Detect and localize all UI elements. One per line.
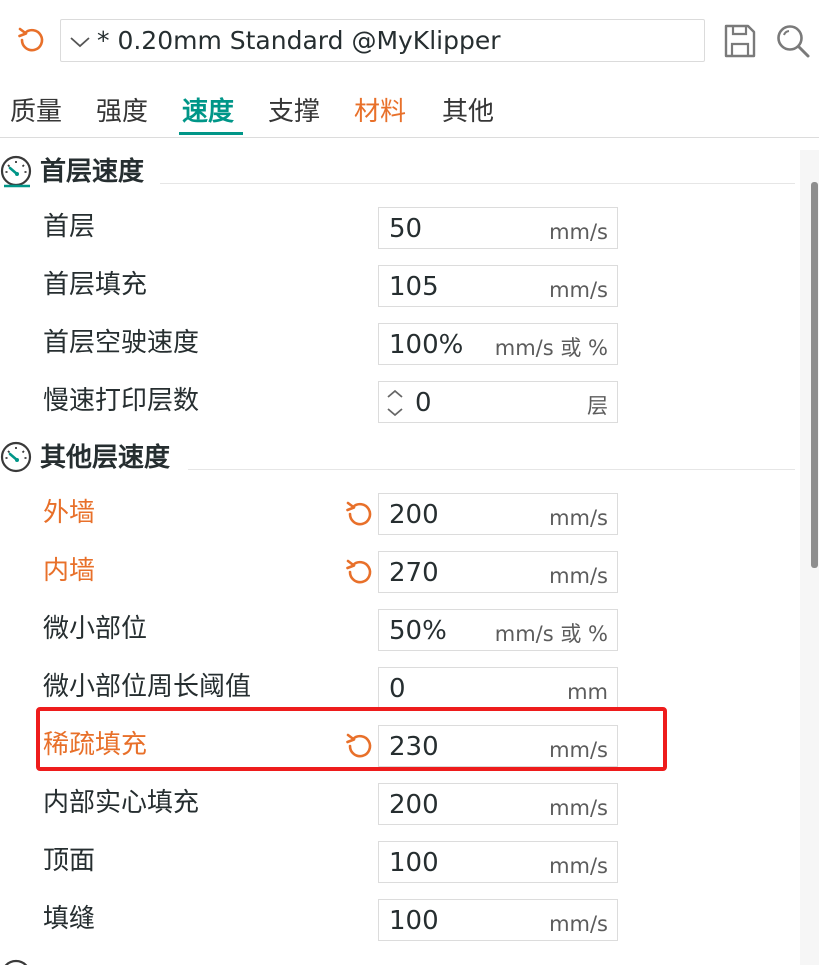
field-value: 230 (389, 732, 439, 762)
setting-sparse-infill: 稀疏填充 230 mm/s (0, 723, 795, 767)
preset-select[interactable]: * 0.20mm Standard @MyKlipper (60, 19, 705, 62)
speedometer-icon (0, 155, 32, 188)
first-layer-infill-speed-input[interactable]: 105 mm/s (378, 265, 618, 307)
field-unit: mm/s (549, 738, 608, 762)
spinner-arrows-icon[interactable] (382, 386, 408, 420)
setting-label: 稀疏填充 (43, 730, 148, 760)
field-value: 200 (389, 790, 439, 820)
setting-internal-solid-infill: 内部实心填充 200 mm/s (0, 781, 795, 825)
active-tab-indicator (179, 132, 243, 135)
section-divider (160, 183, 795, 184)
preset-value: * 0.20mm Standard @MyKlipper (97, 26, 501, 55)
setting-top-surface: 顶面 100 mm/s (0, 839, 795, 883)
undo-arrow-icon[interactable] (344, 498, 376, 530)
gap-fill-speed-input[interactable]: 100 mm/s (378, 899, 618, 941)
tab-quality[interactable]: 质量 (10, 94, 62, 130)
tab-material[interactable]: 材料 (354, 94, 406, 130)
field-unit: mm/s (549, 854, 608, 878)
setting-label: 填缝 (43, 904, 96, 934)
setting-label: 微小部位周长阈值 (43, 672, 252, 702)
setting-label: 内部实心填充 (43, 788, 200, 818)
field-unit: mm/s (549, 278, 608, 302)
setting-label: 内墙 (43, 556, 96, 586)
small-perimeter-speed-input[interactable]: 50% mm/s 或 % (378, 609, 618, 651)
setting-outer-wall: 外墙 200 mm/s (0, 491, 795, 535)
field-unit: 层 (587, 394, 608, 418)
sparse-infill-speed-input[interactable]: 230 mm/s (378, 725, 618, 767)
section-first-layer-speed: 首层速度 (0, 151, 795, 193)
field-unit: mm/s 或 % (494, 622, 608, 646)
setting-label: 外墙 (43, 498, 96, 528)
field-unit: mm/s (549, 506, 608, 530)
vertical-scrollbar[interactable] (800, 150, 819, 965)
tab-other[interactable]: 其他 (442, 94, 494, 130)
setting-small-perimeters: 微小部位 50% mm/s 或 % (0, 607, 795, 651)
section-next-partial (0, 955, 795, 965)
scrollbar-thumb[interactable] (811, 182, 818, 568)
setting-label: 慢速打印层数 (43, 386, 200, 416)
speedometer-icon (4, 959, 28, 965)
undo-arrow-icon[interactable] (16, 24, 48, 56)
field-value: 200 (389, 500, 439, 530)
save-icon[interactable] (722, 22, 758, 60)
search-icon[interactable] (774, 22, 812, 60)
field-unit: mm/s (549, 796, 608, 820)
top-surface-speed-input[interactable]: 100 mm/s (378, 841, 618, 883)
setting-gap-fill: 填缝 100 mm/s (0, 897, 795, 941)
speedometer-icon (0, 441, 32, 473)
field-unit: mm/s (549, 220, 608, 244)
field-value: 105 (389, 272, 439, 302)
field-unit: mm (567, 680, 608, 704)
setting-label: 微小部位 (43, 614, 148, 644)
section-title: 其他层速度 (40, 443, 171, 473)
setting-label: 首层填充 (43, 270, 148, 300)
slow-down-layers-stepper[interactable]: 0 层 (378, 381, 618, 423)
field-value: 50 (389, 214, 423, 244)
field-value: 100 (389, 906, 439, 936)
field-value: 270 (389, 558, 439, 588)
setting-small-perimeter-threshold: 微小部位周长阈值 0 mm (0, 665, 795, 709)
field-unit: mm/s (549, 912, 608, 936)
first-layer-travel-speed-input[interactable]: 100% mm/s 或 % (378, 323, 618, 365)
field-unit: mm/s (549, 564, 608, 588)
first-layer-speed-input[interactable]: 50 mm/s (378, 207, 618, 249)
small-perimeter-threshold-input[interactable]: 0 mm (378, 667, 618, 709)
outer-wall-speed-input[interactable]: 200 mm/s (378, 493, 618, 535)
setting-label: 顶面 (43, 846, 96, 876)
chevron-down-icon (70, 37, 90, 48)
inner-wall-speed-input[interactable]: 270 mm/s (378, 551, 618, 593)
section-divider (188, 469, 795, 470)
setting-first-layer-infill: 首层填充 105 mm/s (0, 263, 795, 307)
field-value: 0 (389, 674, 406, 704)
setting-label: 首层 (43, 212, 96, 242)
settings-tabs: 质量 强度 速度 支撑 材料 其他 (0, 88, 819, 138)
setting-slow-down-layers: 慢速打印层数 0 层 (0, 379, 795, 423)
tab-support[interactable]: 支撑 (268, 94, 320, 130)
undo-arrow-icon[interactable] (344, 730, 376, 762)
setting-first-layer-travel: 首层空驶速度 100% mm/s 或 % (0, 321, 795, 365)
internal-solid-infill-speed-input[interactable]: 200 mm/s (378, 783, 618, 825)
field-value: 50% (389, 616, 447, 646)
tab-speed[interactable]: 速度 (182, 94, 234, 130)
setting-inner-wall: 内墙 270 mm/s (0, 549, 795, 593)
setting-label: 首层空驶速度 (43, 328, 200, 358)
field-value: 0 (415, 388, 432, 418)
preset-bar: * 0.20mm Standard @MyKlipper (0, 0, 819, 80)
undo-arrow-icon[interactable] (344, 556, 376, 588)
section-other-layers-speed: 其他层速度 (0, 437, 795, 479)
setting-first-layer: 首层 50 mm/s (0, 205, 795, 249)
section-title: 首层速度 (40, 157, 145, 187)
settings-panel: 首层速度 首层 50 mm/s 首层填充 105 mm/s 首层空驶速度 100… (0, 139, 819, 965)
field-value: 100 (389, 848, 439, 878)
tab-strength[interactable]: 强度 (96, 94, 148, 130)
field-value: 100% (389, 330, 464, 360)
field-unit: mm/s 或 % (494, 336, 608, 360)
